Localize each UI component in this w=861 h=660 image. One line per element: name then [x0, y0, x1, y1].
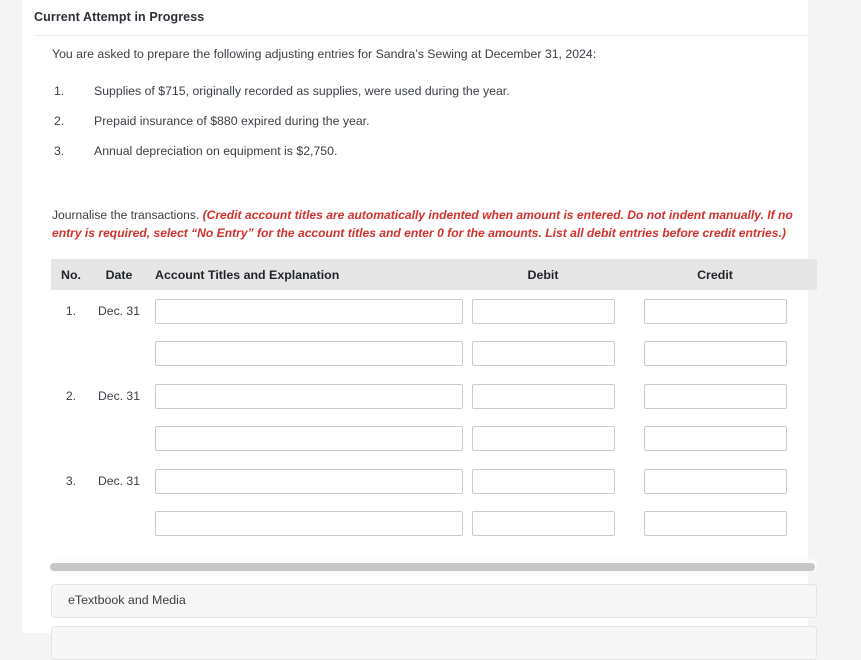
account-title-input[interactable] — [155, 341, 463, 367]
credit-amount-input[interactable] — [643, 383, 787, 409]
list-item-number: 2. — [54, 114, 65, 128]
debit-amount-input[interactable] — [471, 468, 615, 494]
etextbook-and-media-label: eTextbook and Media — [68, 593, 186, 607]
account-title-input[interactable] — [155, 426, 463, 452]
row-date: Dec. 31 — [97, 389, 140, 404]
list-item-text: Prepaid insurance of $880 expired during… — [94, 114, 370, 128]
list-item: 2. Prepaid insurance of $880 expired dur… — [52, 114, 752, 144]
row-number: 1. — [65, 304, 77, 319]
debit-amount-input[interactable] — [471, 298, 615, 324]
credit-amount-input[interactable] — [643, 298, 787, 324]
horizontal-scrollbar-thumb[interactable] — [50, 563, 815, 571]
intro-text: You are asked to prepare the following a… — [52, 47, 597, 61]
list-item-text: Supplies of $715, originally recorded as… — [94, 84, 510, 98]
list-item: 3. Annual depreciation on equipment is $… — [52, 144, 752, 174]
table-row: 3. Dec. 31 — [51, 460, 817, 503]
debit-amount-input[interactable] — [471, 511, 615, 537]
credit-amount-input[interactable] — [643, 426, 787, 452]
list-item-number: 3. — [54, 144, 65, 158]
table-row — [51, 333, 817, 376]
page-title: Current Attempt in Progress — [34, 10, 205, 24]
next-panel-partial[interactable] — [51, 626, 817, 660]
journalise-lead: Journalise the transactions. — [52, 208, 203, 222]
adjustments-list: 1. Supplies of $715, originally recorded… — [52, 84, 752, 174]
column-header-debit: Debit — [527, 267, 559, 282]
table-row — [51, 503, 817, 546]
debit-amount-input[interactable] — [471, 426, 615, 452]
question-card: Current Attempt in Progress You are aske… — [22, 0, 817, 660]
table-row — [51, 418, 817, 461]
row-date: Dec. 31 — [97, 474, 140, 489]
credit-amount-input[interactable] — [643, 511, 787, 537]
credit-amount-input[interactable] — [643, 468, 787, 494]
debit-amount-input[interactable] — [471, 341, 615, 367]
credit-amount-input[interactable] — [643, 341, 787, 367]
column-header-no: No. — [61, 267, 81, 282]
table-row: 2. Dec. 31 — [51, 375, 817, 418]
debit-amount-input[interactable] — [471, 383, 615, 409]
row-date: Dec. 31 — [97, 304, 140, 319]
heading-divider — [34, 35, 808, 36]
column-header-credit: Credit — [697, 267, 733, 282]
journalise-instruction: Journalise the transactions. (Credit acc… — [52, 207, 800, 242]
account-title-input[interactable] — [155, 383, 463, 409]
column-header-date: Date — [105, 267, 133, 282]
etextbook-and-media-panel[interactable]: eTextbook and Media — [51, 584, 817, 618]
journal-entry-table: No. Date Account Titles and Explanation … — [51, 259, 817, 545]
row-number: 3. — [65, 474, 77, 489]
row-number: 2. — [65, 389, 77, 404]
table-header-row: No. Date Account Titles and Explanation … — [51, 259, 817, 290]
account-title-input[interactable] — [155, 468, 463, 494]
list-item-number: 1. — [54, 84, 65, 98]
list-item-text: Annual depreciation on equipment is $2,7… — [94, 144, 338, 158]
account-title-input[interactable] — [155, 298, 463, 324]
table-row: 1. Dec. 31 — [51, 290, 817, 333]
list-item: 1. Supplies of $715, originally recorded… — [52, 84, 752, 114]
column-header-account: Account Titles and Explanation — [155, 267, 340, 282]
account-title-input[interactable] — [155, 511, 463, 537]
